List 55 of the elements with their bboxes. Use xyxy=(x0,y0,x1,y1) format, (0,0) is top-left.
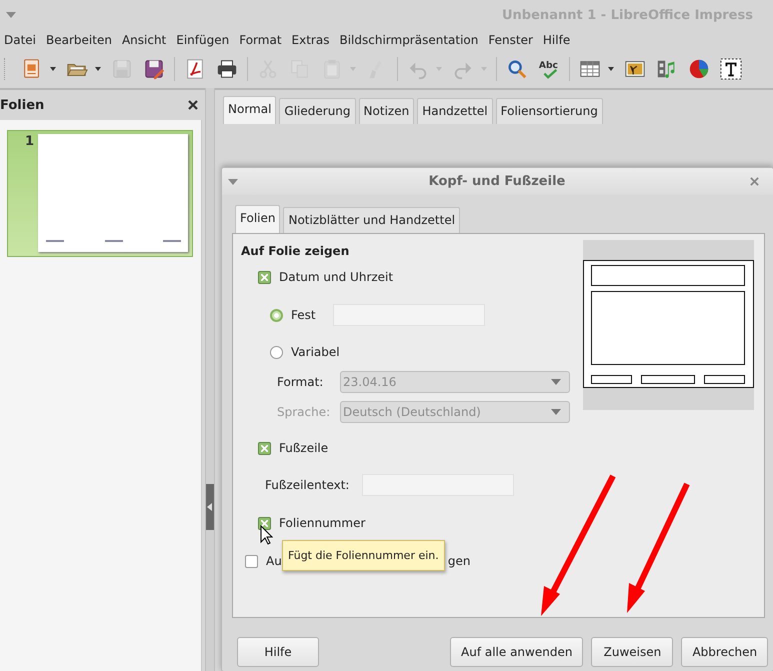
radio-label: Variabel xyxy=(291,345,340,359)
dropdown-arrow-icon[interactable] xyxy=(50,67,56,71)
radio-button[interactable] xyxy=(270,346,283,358)
radio-button[interactable] xyxy=(270,308,283,322)
field-label: Sprache: xyxy=(277,405,332,419)
checkbox-label: Datum und Uhrzeit xyxy=(279,270,394,284)
placeholder-mark xyxy=(163,240,181,242)
checkbox-label: Au xyxy=(266,554,282,568)
menu-item[interactable]: Einfügen xyxy=(176,33,230,47)
panel-title: Folien xyxy=(0,98,44,112)
menu-item[interactable]: Bearbeiten xyxy=(46,33,112,47)
placeholder-mark xyxy=(46,240,64,242)
placeholder-mark xyxy=(104,240,122,242)
menu-item[interactable]: Fenster xyxy=(488,33,533,47)
dialog-button[interactable]: Auf alle anwenden xyxy=(450,637,584,667)
checkbox[interactable] xyxy=(258,442,271,454)
view-tab[interactable]: Gliederung xyxy=(279,98,356,124)
field-label: Fußzeilentext: xyxy=(265,478,350,492)
tooltip: Fügt die Foliennummer ein. xyxy=(282,540,445,571)
checkbox-label: Foliennummer xyxy=(279,516,366,530)
field-label: Format: xyxy=(277,375,324,389)
window-menu-icon[interactable] xyxy=(228,178,238,184)
checkbox[interactable] xyxy=(258,270,271,284)
dialog-tab[interactable]: Folien xyxy=(235,205,280,233)
window-menu-icon[interactable] xyxy=(6,12,16,18)
close-icon[interactable] xyxy=(188,100,198,110)
menu-item[interactable]: Extras xyxy=(292,33,330,47)
help-button[interactable]: Hilfe xyxy=(237,637,319,667)
checkbox[interactable] xyxy=(245,554,258,568)
text-box-icon[interactable] xyxy=(718,56,744,82)
dropdown-arrow-icon[interactable] xyxy=(95,67,101,71)
view-tab[interactable]: Normal xyxy=(223,96,276,124)
menu-item[interactable]: Ansicht xyxy=(122,33,166,47)
slide-number: 1 xyxy=(24,134,35,151)
menu-item[interactable]: Hilfe xyxy=(542,33,570,47)
collapse-handle[interactable] xyxy=(206,484,214,530)
menu-item[interactable]: Bildschirmpräsentation xyxy=(339,33,478,47)
slide-thumbnail[interactable]: 1 xyxy=(7,130,193,257)
dialog-tab[interactable]: Notizblätter und Handzettel xyxy=(283,207,460,233)
checkbox[interactable] xyxy=(258,516,271,530)
checkbox-label: Fußzeile xyxy=(279,441,328,455)
dialog-button[interactable]: Zuweisen xyxy=(591,637,674,667)
view-tab[interactable]: Foliensortierung xyxy=(496,98,603,124)
toolbar-grip-icon[interactable] xyxy=(4,58,8,80)
dialog-title: Kopf- und Fußzeile xyxy=(428,174,566,189)
view-tab[interactable]: Notizen xyxy=(358,98,414,124)
section-title: Auf Folie zeigen xyxy=(241,244,350,258)
radio-label: Fest xyxy=(291,308,316,322)
checkbox-label: gen xyxy=(448,554,470,568)
dropdown-arrow-icon[interactable] xyxy=(608,67,614,71)
menu-item[interactable]: Datei xyxy=(4,33,36,47)
mouse-pointer-icon xyxy=(260,525,273,545)
dialog-button[interactable]: Abbrechen xyxy=(681,637,768,667)
view-tab[interactable]: Handzettel xyxy=(417,98,493,124)
menu-item[interactable]: Format xyxy=(239,33,282,47)
